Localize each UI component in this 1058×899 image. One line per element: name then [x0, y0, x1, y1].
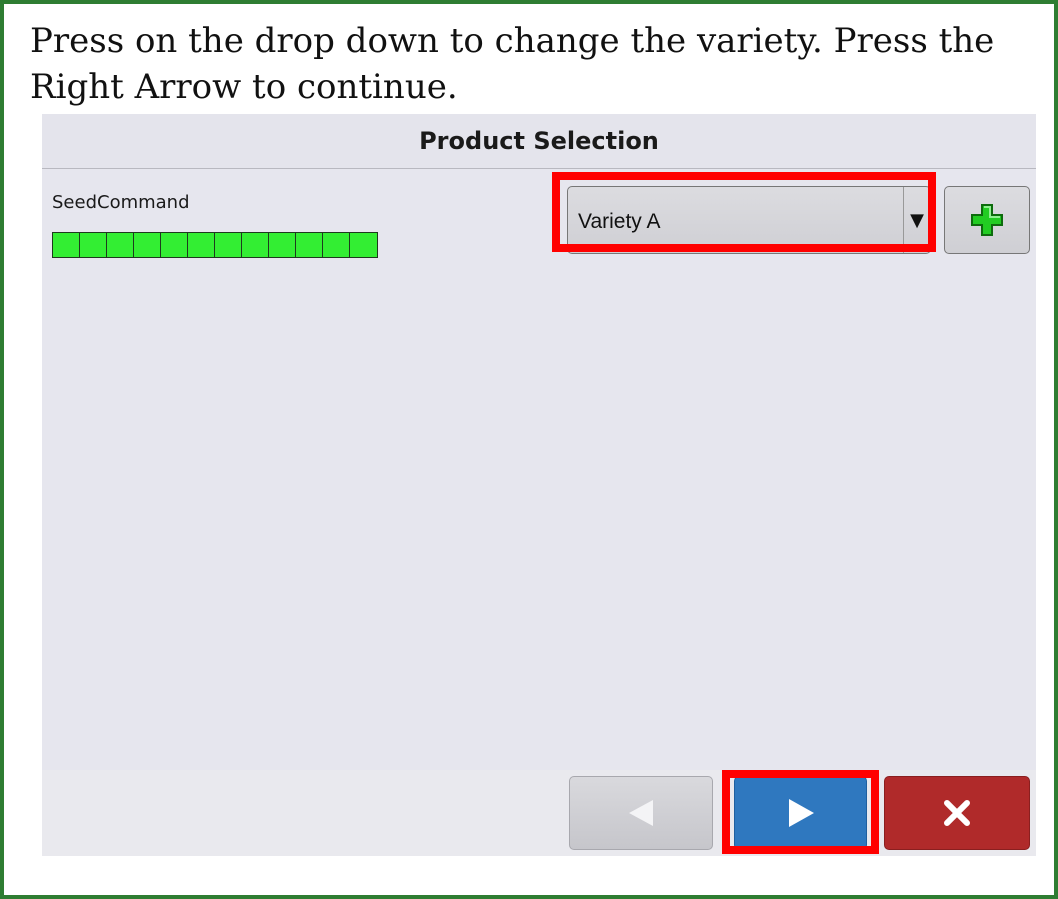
dropdown-highlight-box [552, 172, 936, 252]
cancel-button[interactable] [884, 776, 1030, 850]
back-button[interactable] [569, 776, 713, 850]
row-section-cell [323, 233, 350, 257]
row-section-cell [350, 233, 377, 257]
row-section-bar [52, 232, 378, 258]
add-product-button[interactable] [944, 186, 1030, 254]
left-arrow-icon [629, 800, 653, 826]
row-section-cell [53, 233, 80, 257]
row-section-cell [134, 233, 161, 257]
row-section-cell [215, 233, 242, 257]
product-selection-screen: Product Selection SeedCommand Variety A … [42, 114, 1036, 856]
product-name-label: SeedCommand [52, 192, 190, 213]
screen-header: Product Selection [42, 114, 1036, 169]
row-section-cell [107, 233, 134, 257]
next-highlight-box [722, 770, 879, 854]
row-section-cell [80, 233, 107, 257]
row-section-cell [242, 233, 269, 257]
instruction-frame: Press on the drop down to change the var… [0, 0, 1058, 899]
row-section-cell [161, 233, 188, 257]
page-title: Product Selection [419, 127, 659, 155]
instruction-text: Press on the drop down to change the var… [30, 21, 995, 107]
row-section-cell [296, 233, 323, 257]
plus-icon [971, 204, 1003, 236]
close-icon [944, 800, 970, 826]
row-section-cell [269, 233, 296, 257]
row-section-cell [188, 233, 215, 257]
